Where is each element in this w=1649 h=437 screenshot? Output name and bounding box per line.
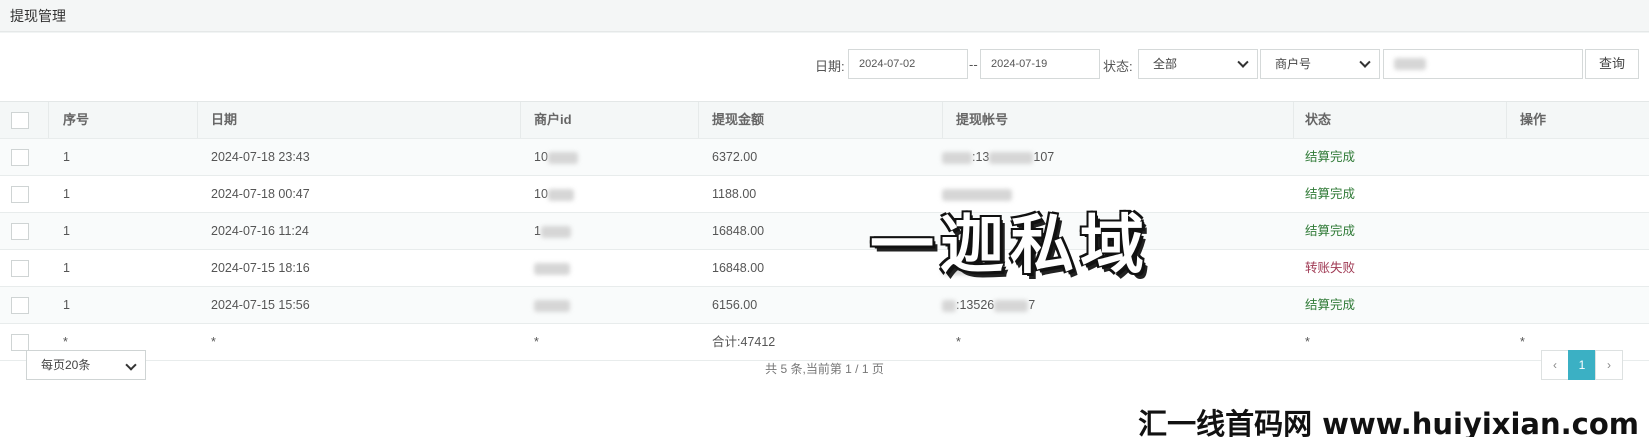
table-row[interactable]: 1 2024-07-16 11:24 1 16848.00 结算完成 <box>0 213 1649 250</box>
row-checkbox[interactable] <box>11 186 29 203</box>
date-separator: -- <box>969 57 978 72</box>
date-to-input[interactable]: 2024-07-19 <box>980 49 1100 79</box>
row-checkbox[interactable] <box>11 149 29 166</box>
cell-date: 2024-07-18 23:43 <box>211 150 310 164</box>
cell-merchant <box>534 287 570 323</box>
cell-amount: 16848.00 <box>712 224 765 238</box>
select-all-checkbox[interactable] <box>11 112 29 129</box>
watermark-main: 一迦私域 <box>870 209 1150 283</box>
status-label: 状态: <box>1103 59 1133 74</box>
cell-amount: 6156.00 <box>712 298 758 312</box>
page-title: 提现管理 <box>0 0 1649 32</box>
header-action: 操作 <box>1520 112 1547 127</box>
cell-merchant <box>534 250 570 286</box>
prev-page-button[interactable]: ‹ <box>1541 350 1569 380</box>
table-total-row: * * * 合计:47412 * * * <box>0 324 1649 361</box>
cell-date: 2024-07-15 18:16 <box>211 261 310 275</box>
header-seq: 序号 <box>63 112 90 127</box>
cell-date: 2024-07-16 11:24 <box>211 224 309 238</box>
cell-status: 结算完成 <box>1305 150 1356 164</box>
watermark-footer: 汇一线首码网 www.huiyixian.com <box>1138 407 1639 437</box>
cell-merchant: 10 <box>534 139 578 175</box>
header-account: 提现帐号 <box>956 112 1009 127</box>
total-amount: 合计:47412 <box>712 335 776 349</box>
cell-amount: 16848.00 <box>712 261 765 275</box>
page-info: 共 5 条,当前第 1 / 1 页 <box>765 362 884 376</box>
cell-seq: 1 <box>63 224 70 238</box>
filter-bar: 日期: 2024-07-02 -- 2024-07-19 状态: 全部 商户号 … <box>0 49 1649 79</box>
cell-amount: 1188.00 <box>712 187 757 201</box>
cell-status: 结算完成 <box>1305 224 1356 238</box>
cell-date: 2024-07-15 15:56 <box>211 298 310 312</box>
page-1-button[interactable]: 1 <box>1568 350 1596 380</box>
row-checkbox[interactable] <box>11 297 29 314</box>
cell-seq: 1 <box>63 261 70 275</box>
cell-status: 转账失败 <box>1305 261 1356 275</box>
next-page-button[interactable]: › <box>1595 350 1623 380</box>
search-button[interactable]: 查询 <box>1585 49 1639 79</box>
status-select-value: 全部 <box>1153 57 1178 71</box>
chevron-down-icon <box>1359 56 1371 68</box>
table-header-row: 序号 日期 商户id 提现金额 提现帐号 状态 操作 <box>0 102 1649 139</box>
cell-seq: 1 <box>63 298 70 312</box>
table-row[interactable]: 1 2024-07-18 00:47 10 1188.00 结算完成 <box>0 176 1649 213</box>
total-account: * <box>956 335 961 349</box>
header-merchant-id: 商户id <box>534 112 572 127</box>
cell-seq: 1 <box>63 150 70 164</box>
header-date: 日期 <box>211 112 238 127</box>
table-row[interactable]: 1 2024-07-15 15:56 6156.00 :13526 7 结算完成 <box>0 287 1649 324</box>
cell-account: :13 107 <box>942 139 1054 175</box>
field-select-value: 商户号 <box>1275 57 1312 71</box>
status-select[interactable]: 全部 <box>1138 49 1258 79</box>
header-amount: 提现金额 <box>712 112 765 127</box>
total-action: * <box>1520 335 1525 349</box>
cell-status: 结算完成 <box>1305 298 1356 312</box>
field-select[interactable]: 商户号 <box>1260 49 1380 79</box>
cell-account: :13526 7 <box>942 287 1035 323</box>
withdrawal-table: 序号 日期 商户id 提现金额 提现帐号 状态 操作 1 2024-07-18 … <box>0 101 1649 361</box>
row-checkbox[interactable] <box>11 260 29 277</box>
row-checkbox[interactable] <box>11 334 29 351</box>
date-label: 日期: <box>815 59 845 74</box>
chevron-down-icon <box>1237 56 1249 68</box>
cell-seq: 1 <box>63 187 70 201</box>
table-row[interactable]: 1 2024-07-15 18:16 16848.00 48 转账失败 <box>0 250 1649 287</box>
cell-amount: 6372.00 <box>712 150 758 164</box>
cell-merchant: 10 <box>534 176 574 212</box>
header-status: 状态 <box>1305 112 1332 127</box>
row-checkbox[interactable] <box>11 223 29 240</box>
keyword-input[interactable] <box>1383 49 1583 79</box>
cell-merchant: 1 <box>534 213 571 249</box>
total-merchant: * <box>534 335 539 349</box>
table-row[interactable]: 1 2024-07-18 23:43 10 6372.00 :13 107 结算完… <box>0 139 1649 176</box>
redacted-keyword <box>1394 58 1426 71</box>
cell-status: 结算完成 <box>1305 187 1356 201</box>
total-status: * <box>1305 335 1310 349</box>
date-from-input[interactable]: 2024-07-02 <box>848 49 968 79</box>
cell-date: 2024-07-18 00:47 <box>211 187 310 201</box>
total-date: * <box>211 335 216 349</box>
